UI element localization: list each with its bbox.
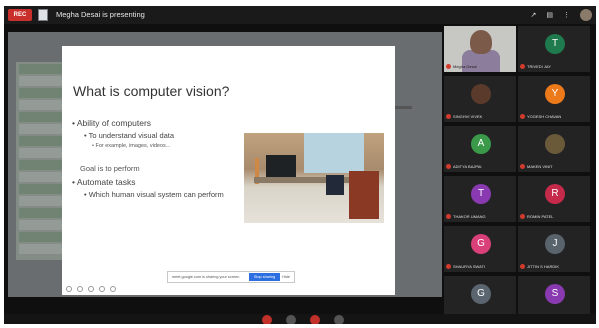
participant-avatar: T [471,184,491,204]
slide-title: What is computer vision? [73,83,230,99]
stop-sharing-button[interactable]: Stop sharing [248,273,281,281]
slide-text: Goal is to perform [80,164,140,173]
slide-bullet: • To understand visual data [84,131,175,140]
top-bar: REC Megha Desai is presenting ↗ ▤ ⋮ [4,6,596,24]
participant-name-label: TRIVEDI JAY [527,64,551,69]
mic-muted-icon [520,214,525,219]
participant-name: YOGESH CHAVAN [520,114,561,119]
participant-avatar [545,134,565,154]
screen-share-bar: meet.google.com is sharing your screen S… [167,271,295,283]
participant-name: MAKEN VINIT [520,164,553,169]
participant-name-label: SINGHVI VIVEK [453,114,483,119]
zoom-icon[interactable] [99,286,105,292]
presentation-slide: What is computer vision? • Ability of co… [62,46,395,295]
participant-avatar: G [471,284,491,304]
recording-badge: REC [8,9,32,21]
photo-chair [349,171,379,219]
participant-tile[interactable]: SINGHVI VIVEK [444,76,516,122]
participant-name: SINGHVI VIVEK [446,114,482,119]
participant-avatar [471,84,491,104]
pen-icon[interactable] [88,286,94,292]
slide-toolbar [66,286,116,292]
participant-avatar: J [545,234,565,254]
participant-name-label: JITTIN S HARDIK [527,264,560,269]
mic-muted-icon [446,164,451,169]
slide-bullet: • Ability of computers [72,118,152,128]
participant-name-label: Megha Desai [453,64,477,69]
present-button[interactable] [334,315,344,324]
photo-monitor [266,155,296,177]
end-call-button[interactable] [310,315,320,324]
mic-muted-icon [520,264,525,269]
participant-name-label: SHAURYA SWATI [453,264,486,269]
next-slide-icon[interactable] [77,286,83,292]
slide-bullet: • Automate tasks [72,177,136,187]
mic-muted-icon [520,164,525,169]
slide-bullet: • For example, images, videos... [92,143,171,149]
mic-muted-icon [520,114,525,119]
participant-name: ADITYA BAJPAI [446,164,482,169]
photo-bag [326,175,344,195]
mic-muted-icon [446,114,451,119]
presenting-status: Megha Desai is presenting [56,10,145,19]
participant-tile[interactable]: R ROMIN PATEL [518,176,590,222]
share-message: meet.google.com is sharing your screen [172,275,240,279]
slide-photo [244,133,384,223]
participant-name-label: YOGESH CHAVAN [527,114,562,119]
mic-muted-icon [446,264,451,269]
prev-slide-icon[interactable] [66,286,72,292]
participant-name: Megha Desai [446,64,477,69]
participant-avatar: Y [545,84,565,104]
participant-avatar: R [545,184,565,204]
camera-button[interactable] [286,315,296,324]
hide-button[interactable]: Hide [282,275,294,279]
participant-name: TRIVEDI JAY [520,64,551,69]
participant-name: JITTIN S HARDIK [520,264,559,269]
participant-name-label: MAKEN VINIT [527,164,553,169]
options-icon[interactable] [110,286,116,292]
participant-name-label: ADITYA BAJPAI [453,164,482,169]
mic-muted-icon [446,214,451,219]
participant-avatar: G [471,234,491,254]
participant-tile[interactable]: Megha Desai [444,26,516,72]
participant-name: SHAURYA SWATI [446,264,485,269]
participant-tile[interactable]: T TRIVEDI JAY [518,26,590,72]
participant-avatar: A [471,134,491,154]
participant-tile[interactable]: J JITTIN S HARDIK [518,226,590,272]
participant-grid: Megha Desai T TRIVEDI JAY SINGHVI VIVEK Y YOG… [444,26,594,322]
expand-view-icon[interactable]: ↗ [531,11,537,19]
participant-tile[interactable]: Y YOGESH CHAVAN [518,76,590,122]
participant-video [470,30,492,54]
chat-icon[interactable]: ▤ [546,11,553,19]
participant-name: ROMIN PATEL [520,214,554,219]
participant-tile[interactable]: G SHAURYA SWATI [444,226,516,272]
participant-tile[interactable]: T THAKOR UMANG [444,176,516,222]
participant-name-label: THAKOR UMANG [453,214,486,219]
participant-avatar: T [545,34,565,54]
more-options-icon[interactable]: ⋮ [563,11,570,19]
participant-tile[interactable]: MAKEN VINIT [518,126,590,172]
top-bar-actions: ↗ ▤ ⋮ [531,8,592,22]
photo-window [304,133,364,173]
participant-tile[interactable]: A ADITYA BAJPAI [444,126,516,172]
mic-muted-icon [520,64,525,69]
meeting-window: REC Megha Desai is presenting ↗ ▤ ⋮ What… [4,6,596,324]
mic-off-button[interactable] [262,315,272,324]
screen-share-thumbnail[interactable] [38,9,48,21]
participant-name-label: ROMIN PATEL [527,214,554,219]
participant-name: THAKOR UMANG [446,214,486,219]
meeting-controls [4,314,596,324]
slide-bullet: • Which human visual system can perform [84,190,224,199]
mic-muted-icon [446,64,451,69]
self-avatar[interactable] [580,9,592,21]
participant-avatar: S [545,284,565,304]
